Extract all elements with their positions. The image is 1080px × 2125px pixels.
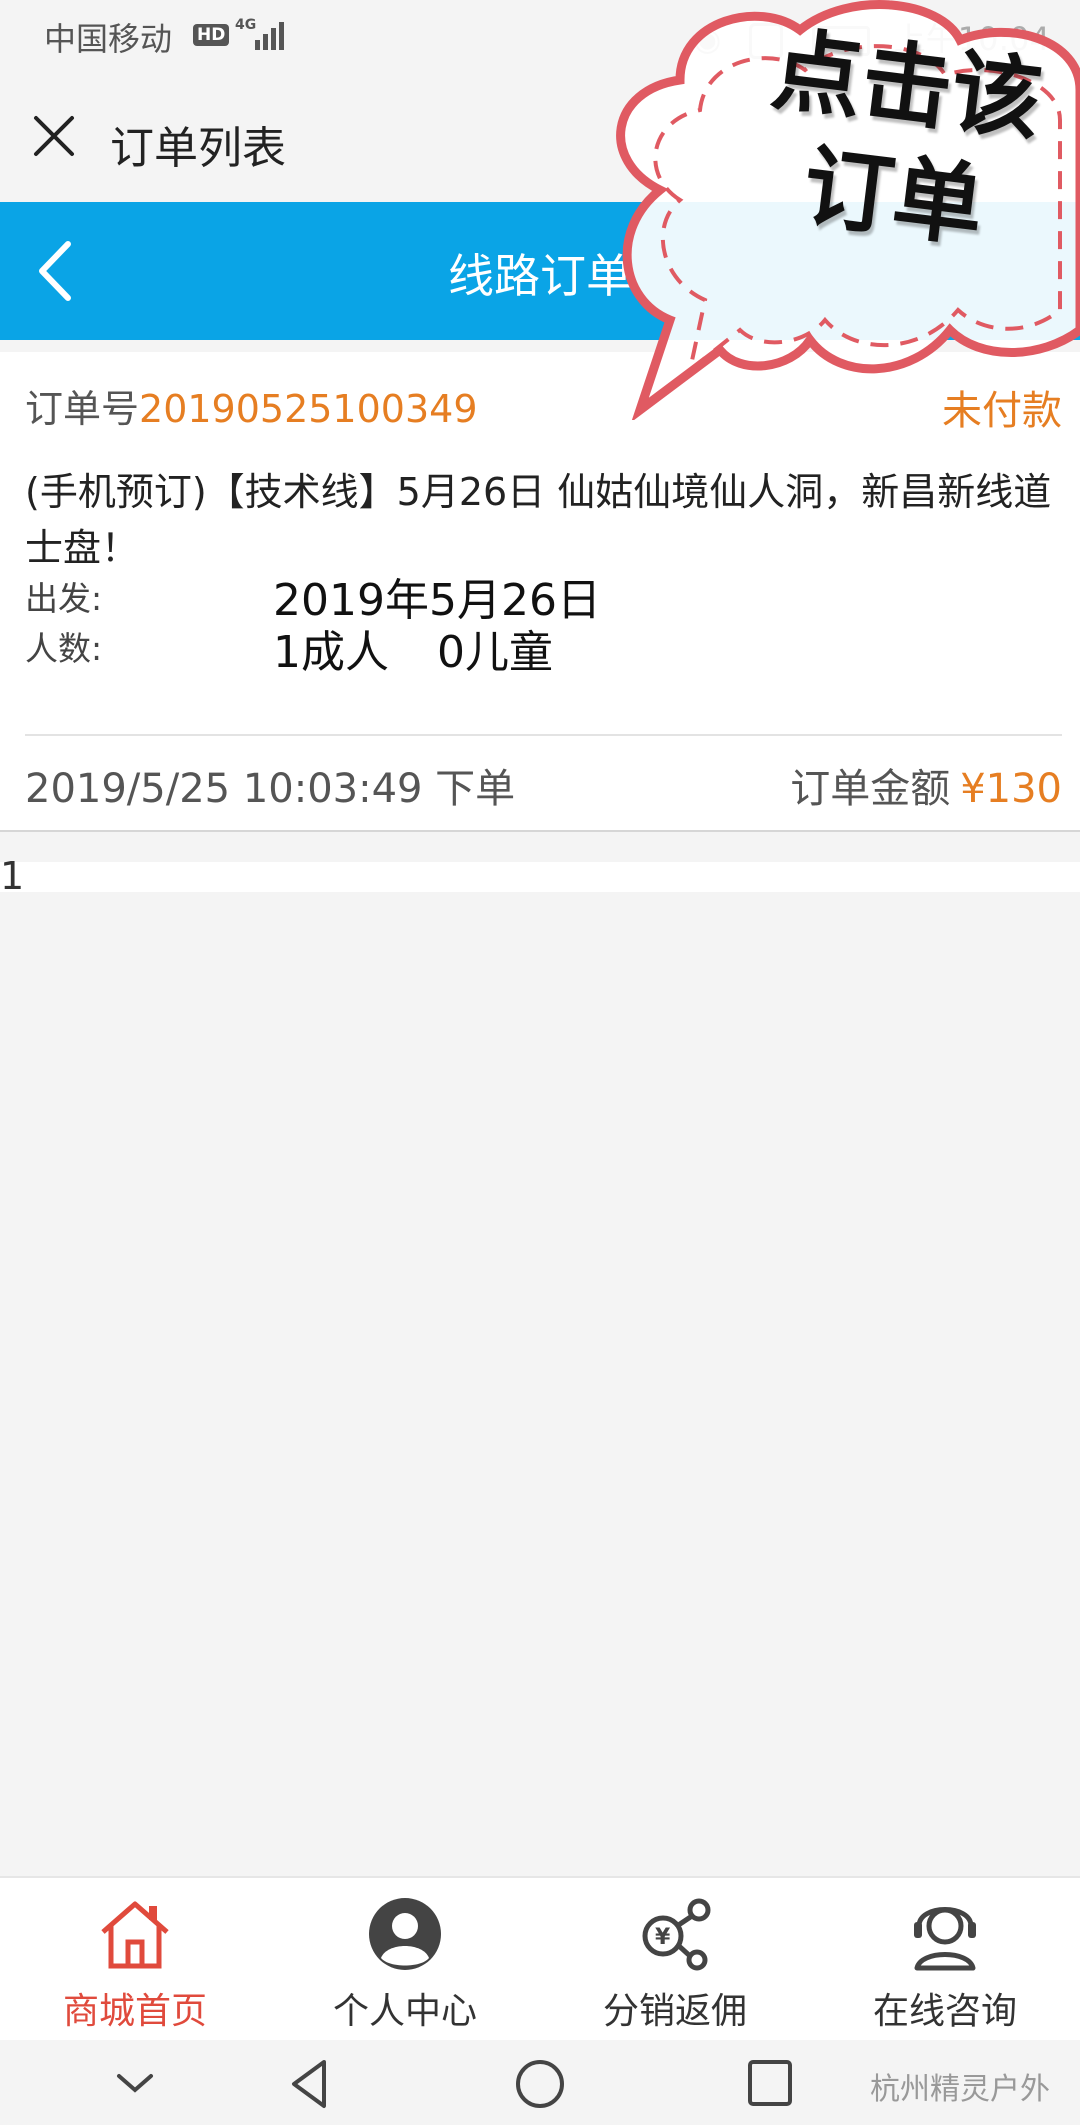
status-bar: 中国移动 HD 4G ◉ 上午10:04 — [0, 0, 1080, 72]
back-triangle-icon[interactable] — [280, 2056, 340, 2112]
watermark: 杭州精灵户外 — [870, 2072, 1050, 2107]
signal-icon — [255, 18, 289, 50]
clock: 上午10:04 — [893, 20, 1050, 58]
page-header: 线路订单 — [0, 202, 1080, 340]
people-label: 人数: — [25, 629, 103, 668]
user-icon — [369, 1898, 441, 1970]
amount-label: 订单金额 — [790, 766, 951, 812]
nav-item-profile[interactable]: 个人中心 — [270, 1878, 540, 2042]
order-card[interactable]: 订单号20190525100349 未付款 (手机预订)【技术线】5月26日 仙… — [0, 352, 1080, 832]
nav-label-commission: 分销返佣 — [602, 1991, 747, 2032]
status-right: ◉ 上午10:04 — [693, 14, 1050, 60]
nav-item-consult[interactable]: 在线咨询 — [810, 1878, 1080, 2042]
order-placed-time: 2019/5/25 10:03:49 下单 — [25, 766, 516, 812]
nav-label-profile: 个人中心 — [332, 1991, 477, 2032]
page-number: 1 — [0, 854, 25, 898]
order-number: 订单号20190525100349 — [25, 378, 478, 433]
carrier-name: 中国移动 — [44, 20, 173, 58]
eye-icon: ◉ — [693, 20, 722, 58]
divider — [25, 734, 1062, 736]
order-number-label: 订单号 — [25, 387, 140, 431]
nav-label-consult: 在线咨询 — [872, 1991, 1017, 2032]
page-title: 线路订单 — [448, 249, 632, 303]
home-circle-icon[interactable] — [510, 2056, 570, 2112]
commission-icon: ¥ — [642, 1898, 711, 1971]
title-bar: 订单列表 — [0, 72, 1080, 202]
amount-value: ¥130 — [960, 766, 1062, 812]
depart-label: 出发: — [25, 579, 103, 618]
svg-text:¥: ¥ — [655, 1925, 671, 1950]
chevron-down-icon[interactable] — [105, 2056, 165, 2112]
pagination: 1 — [0, 854, 1080, 898]
close-icon — [34, 116, 74, 156]
network-type: 4G — [235, 17, 257, 33]
nav-item-commission[interactable]: ¥ 分销返佣 — [540, 1878, 810, 2042]
close-button[interactable] — [30, 112, 78, 160]
nav-label-home: 商城首页 — [62, 1991, 207, 2032]
people-count: 1成人 0儿童 — [273, 616, 553, 680]
battery-icon — [811, 26, 870, 56]
bottom-nav: 商城首页 个人中心 ¥ 分销返佣 在线咨询 — [0, 1876, 1080, 2042]
order-status: 未付款 — [942, 388, 1062, 434]
home-icon — [101, 1901, 169, 1969]
window-title: 订单列表 — [110, 123, 286, 174]
adult-count: 1成人 — [273, 627, 389, 678]
system-nav-bar: 杭州精灵户外 — [0, 2040, 1080, 2125]
hd-badge: HD — [193, 24, 230, 46]
order-number-value: 20190525100349 — [139, 387, 478, 431]
child-count: 0儿童 — [437, 627, 553, 678]
product-title: (手机预订)【技术线】5月26日 仙姑仙境仙人洞，新昌新线道士盘！ — [25, 470, 1052, 570]
nav-item-home[interactable]: 商城首页 — [0, 1878, 270, 2042]
order-amount: 订单金额 ¥130 — [790, 756, 1062, 814]
recents-square-icon[interactable] — [740, 2056, 800, 2112]
headset-icon — [914, 1907, 976, 1971]
nfc-icon — [749, 23, 784, 59]
